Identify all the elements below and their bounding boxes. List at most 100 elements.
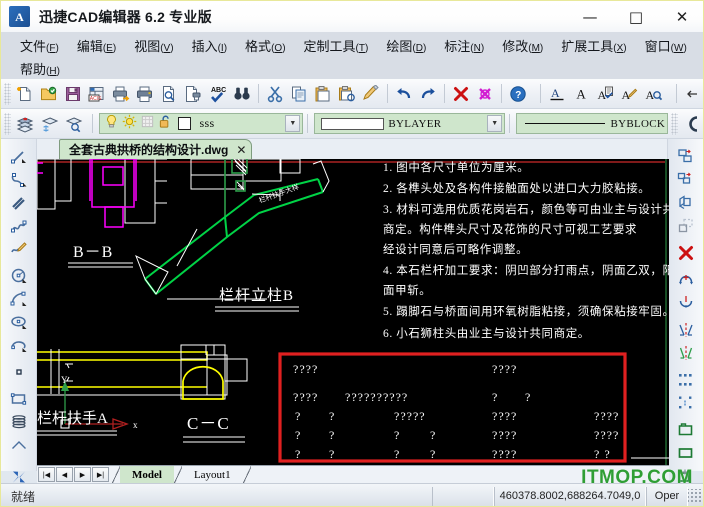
text-modify-icon[interactable]: A <box>618 82 642 106</box>
polyline-icon[interactable] <box>5 168 33 191</box>
menu-item-window[interactable]: 窗口(W) <box>636 36 696 60</box>
first-sheet-button[interactable]: |◀ <box>38 467 55 482</box>
sun-freeze-icon[interactable] <box>122 114 137 134</box>
print-icon[interactable] <box>133 82 157 106</box>
minimize-button[interactable]: — <box>567 1 613 32</box>
rotate-reference-icon[interactable] <box>672 291 700 314</box>
next-sheet-button[interactable]: ▶ <box>74 467 91 482</box>
lineweight-icon[interactable] <box>680 112 703 136</box>
mirror-icon[interactable] <box>672 318 700 341</box>
copy-icon[interactable] <box>287 82 311 106</box>
spellcheck-icon[interactable]: ABC <box>205 82 229 106</box>
copy-object-icon[interactable] <box>672 145 700 168</box>
document-tab[interactable]: 全套古典拱桥的结构设计.dwg ✕ <box>59 139 253 159</box>
collapse-icon[interactable] <box>681 82 703 106</box>
window-title: 迅捷CAD编辑器 6.2 专业版 <box>39 8 212 25</box>
layer-previous-icon[interactable] <box>38 112 63 136</box>
rotate-icon[interactable] <box>672 268 700 291</box>
close-button[interactable]: ✕ <box>659 1 703 32</box>
rectangle-icon[interactable] <box>5 387 33 410</box>
prev-sheet-button[interactable]: ◀ <box>56 467 73 482</box>
helix-icon[interactable] <box>5 410 33 433</box>
sheet-tab-model[interactable]: Model <box>120 466 174 483</box>
ellipse-icon[interactable] <box>5 310 33 333</box>
print-preview-icon[interactable] <box>157 82 181 106</box>
menu-item-custom-tools[interactable]: 定制工具(T) <box>295 36 378 60</box>
layer-state-icon[interactable] <box>63 112 88 136</box>
elliptical-arc-icon[interactable] <box>5 333 33 356</box>
stretch-icon[interactable] <box>672 368 700 391</box>
menu-item-file[interactable]: 文件(F) <box>11 36 68 60</box>
mode-indicator[interactable]: Oper <box>646 486 688 506</box>
menu-item-insert[interactable]: 插入(I) <box>183 36 236 60</box>
freeze-viewport-icon[interactable] <box>140 114 155 134</box>
linetype-selector[interactable]: BYBLOCK <box>516 113 669 134</box>
sketch-icon[interactable] <box>5 237 33 260</box>
point-icon[interactable] <box>5 360 33 383</box>
toolbar-grip-right[interactable] <box>671 112 679 135</box>
menu-item-dimension[interactable]: 标注(N) <box>435 36 493 60</box>
menu-label: 插入 <box>191 38 218 54</box>
arc-icon[interactable] <box>5 287 33 310</box>
table-cell: ? <box>394 428 400 442</box>
circle-icon[interactable] <box>5 264 33 287</box>
extend-icon[interactable] <box>672 441 700 464</box>
layer-selector[interactable]: sss ▼ <box>98 113 304 134</box>
last-sheet-button[interactable]: ▶| <box>92 467 109 482</box>
table-cell: ???? <box>492 362 517 376</box>
menu-item-draw[interactable]: 绘图(D) <box>377 36 435 60</box>
text-find-icon[interactable]: A <box>642 82 666 106</box>
maximize-button[interactable]: □ <box>613 1 659 32</box>
save-acis-icon[interactable]: ACIS <box>85 82 109 106</box>
print-export-icon[interactable] <box>109 82 133 106</box>
layer-manager-icon[interactable] <box>13 112 38 136</box>
color-selector[interactable]: BYLAYER ▼ <box>314 113 506 134</box>
paste-icon[interactable] <box>311 82 335 106</box>
rotate-copy-icon[interactable] <box>672 191 700 214</box>
erase-icon[interactable] <box>672 241 700 264</box>
find-icon[interactable] <box>230 82 254 106</box>
explode-icon[interactable] <box>473 82 497 106</box>
redo-icon[interactable] <box>416 82 440 106</box>
scale-icon[interactable] <box>672 391 700 414</box>
arc-segment-icon[interactable] <box>5 433 33 456</box>
cut-icon[interactable] <box>263 82 287 106</box>
menu-item-edit[interactable]: 编辑(E) <box>68 36 125 60</box>
unlock-icon[interactable] <box>158 114 173 134</box>
double-line-icon[interactable] <box>5 191 33 214</box>
coordinate-readout[interactable]: 460378.8002,688264.7049,0 <box>494 486 646 506</box>
match-properties-icon[interactable] <box>359 82 383 106</box>
toolbar-grip[interactable] <box>4 112 11 135</box>
trim-icon[interactable] <box>672 418 700 441</box>
sheet-tab-layout1[interactable]: Layout1 <box>182 466 243 483</box>
new-file-icon[interactable] <box>13 82 37 106</box>
font-icon[interactable]: A <box>569 82 593 106</box>
paste-special-icon[interactable] <box>335 82 359 106</box>
help-icon[interactable]: ? <box>506 82 530 106</box>
document-tab-close-icon[interactable]: ✕ <box>236 143 246 157</box>
open-file-icon[interactable] <box>37 82 61 106</box>
menu-item-view[interactable]: 视图(V) <box>125 36 182 60</box>
undo-icon[interactable] <box>392 82 416 106</box>
array-icon[interactable] <box>672 214 700 237</box>
drawing-canvas[interactable]: B－B 栏杆扶手大样 栏杆立柱B Y x 栏杆扶手A C－C 1. 图中各尺寸单… <box>37 159 669 465</box>
mirror-3d-icon[interactable] <box>672 341 700 364</box>
toolbar-grip[interactable] <box>4 82 11 105</box>
lightbulb-icon[interactable] <box>104 114 119 134</box>
text-style-icon[interactable]: A <box>545 82 569 106</box>
color-dropdown-arrow[interactable]: ▼ <box>487 115 503 132</box>
layer-dropdown-arrow[interactable]: ▼ <box>285 115 301 132</box>
line-icon[interactable] <box>5 145 33 168</box>
spline-icon[interactable] <box>5 214 33 237</box>
resize-grip[interactable] <box>688 489 702 503</box>
save-icon[interactable] <box>61 82 85 106</box>
delete-icon[interactable] <box>449 82 473 106</box>
menu-item-extend-tools[interactable]: 扩展工具(X) <box>552 36 635 60</box>
offset-icon[interactable] <box>672 168 700 191</box>
svg-text:ACIS: ACIS <box>90 96 102 102</box>
menu-item-format[interactable]: 格式(O) <box>236 36 294 60</box>
layer-color-swatch[interactable] <box>177 117 191 130</box>
plot-icon[interactable] <box>181 82 205 106</box>
text-edit-icon[interactable]: A <box>594 82 618 106</box>
menu-item-modify[interactable]: 修改(M) <box>493 36 552 60</box>
